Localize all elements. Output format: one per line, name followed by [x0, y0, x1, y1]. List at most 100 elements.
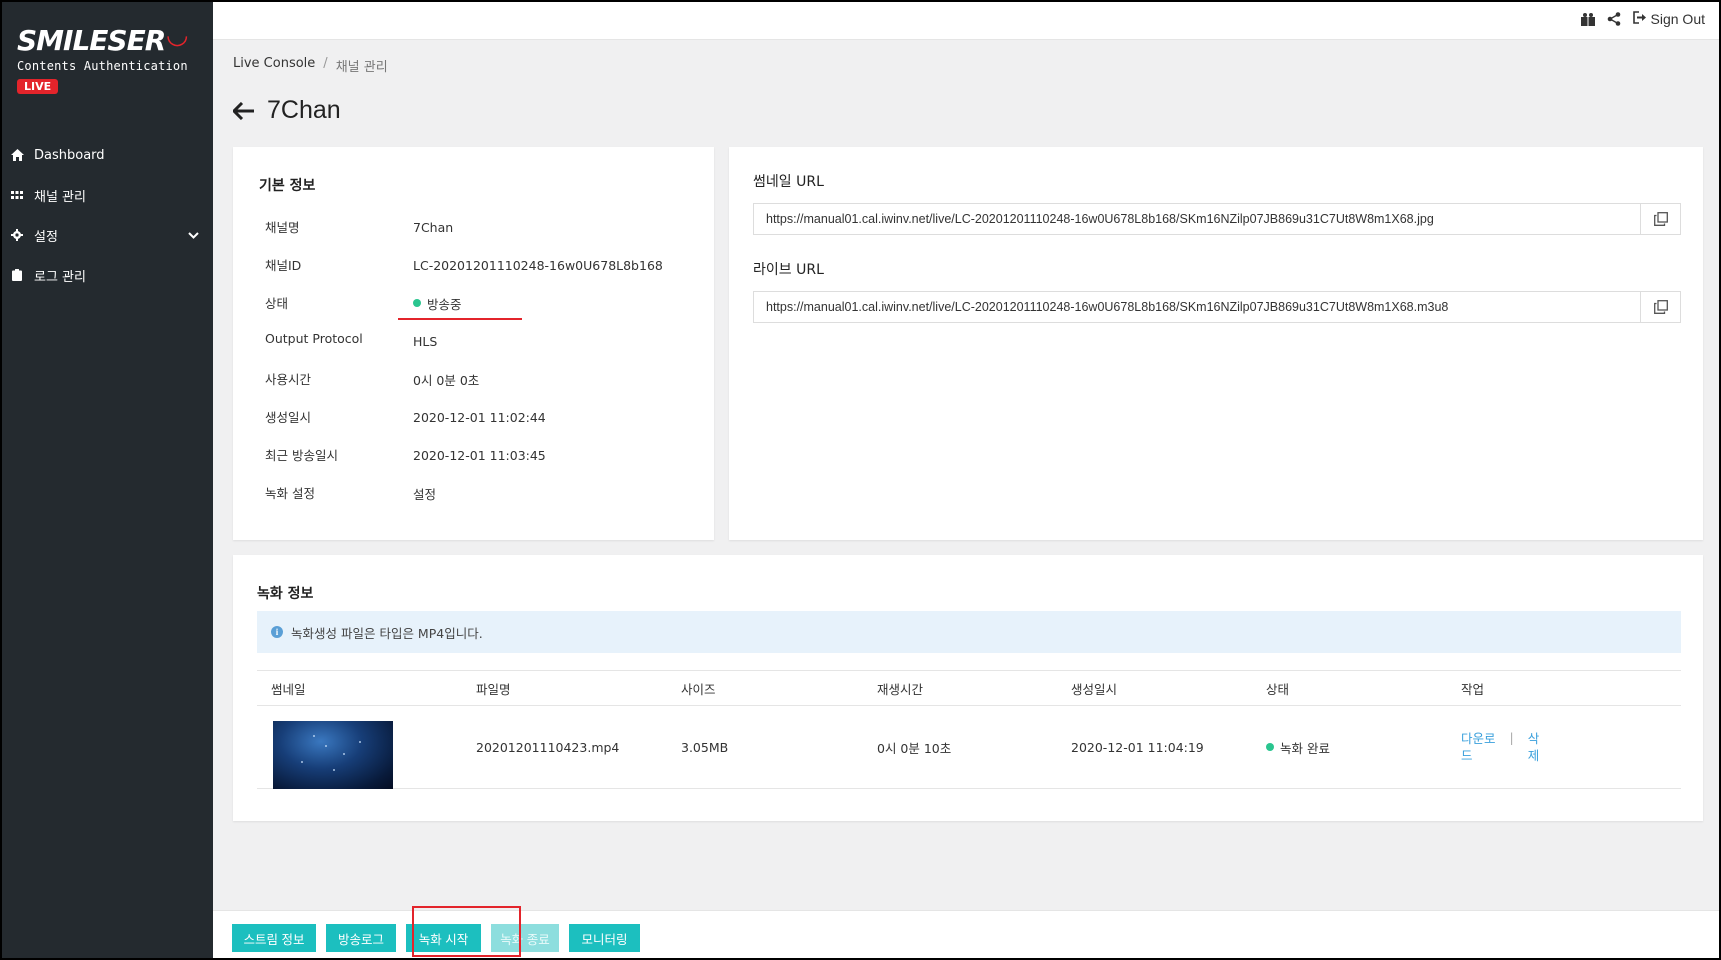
clipboard-icon	[10, 268, 24, 282]
chevron-down-icon[interactable]	[188, 228, 199, 243]
page-title: 7Chan	[267, 96, 341, 124]
info-row-recording-setting: 녹화 설정 설정	[265, 483, 436, 503]
info-label: 생성일시	[265, 410, 312, 425]
download-link[interactable]: 다운로 드	[1461, 730, 1496, 764]
recording-notice: i 녹화생성 파일은 타입은 MP4입니다.	[257, 611, 1681, 653]
url-card: 썸네일 URL https://manual01.cal.iwinv.net/l…	[729, 147, 1703, 540]
delete-label-line2: 제	[1527, 748, 1540, 763]
info-icon: i	[271, 626, 283, 638]
status-text: 방송중	[427, 296, 462, 312]
copy-live-url-button[interactable]	[1640, 292, 1680, 322]
col-header-thumbnail: 썸네일	[271, 681, 306, 697]
basic-info-card: 기본 정보 채널명 7Chan 채널ID LC-20201201110248-1…	[233, 147, 714, 540]
delete-link[interactable]: 삭 제	[1528, 730, 1540, 764]
recording-thumbnail[interactable]	[273, 721, 393, 789]
sign-out-icon	[1632, 11, 1647, 27]
action-separator: |	[1509, 730, 1514, 745]
logo-subtitle: Contents Authentication	[17, 59, 188, 73]
info-row-last-broadcast: 최근 방송일시 2020-12-01 11:03:45	[265, 445, 546, 465]
copy-thumbnail-url-button[interactable]	[1640, 204, 1680, 234]
col-header-duration: 재생시간	[877, 681, 924, 697]
stream-info-button[interactable]: 스트림 정보	[232, 924, 316, 952]
logo[interactable]: SMILESER ◡ Contents Authentication LIVE	[17, 20, 188, 94]
col-header-filename: 파일명	[476, 681, 511, 697]
breadcrumb-separator: /	[323, 56, 328, 71]
book-icon[interactable]	[1580, 12, 1595, 26]
gear-icon	[10, 228, 24, 242]
info-row-usage-time: 사용시간 0시 0분 0초	[265, 369, 479, 389]
info-value: LC-20201201110248-16w0U678L8b168	[413, 257, 663, 273]
logo-wordmark: SMILESER ◡	[17, 20, 188, 57]
sign-out-button[interactable]: Sign Out	[1632, 11, 1705, 27]
page-header: 7Chan	[233, 96, 341, 125]
sidebar-item-channels[interactable]: 채널 관리	[2, 175, 213, 215]
copy-icon	[1653, 300, 1668, 314]
cell-size: 3.05MB	[681, 739, 729, 755]
live-badge: LIVE	[17, 79, 59, 94]
thumbnail-url-text[interactable]: https://manual01.cal.iwinv.net/live/LC-2…	[754, 212, 1640, 226]
broadcast-log-button[interactable]: 방송로그	[326, 924, 396, 952]
col-header-size: 사이즈	[681, 681, 716, 697]
app-frame: SMILESER ◡ Contents Authentication LIVE …	[2, 2, 1719, 958]
home-icon	[10, 148, 24, 162]
info-label: 사용시간	[265, 372, 312, 387]
notice-text: 녹화생성 파일은 타입은 MP4입니다.	[291, 625, 483, 641]
cell-status: 녹화 완료	[1266, 738, 1330, 757]
sidebar-item-settings[interactable]: 설정	[2, 215, 213, 255]
monitoring-button[interactable]: 모니터링	[569, 924, 640, 952]
info-row-status: 상태 방송중	[265, 293, 462, 313]
status-value: 방송중	[413, 293, 462, 313]
cell-created: 2020-12-01 11:04:19	[1071, 739, 1204, 755]
status-underline-annotation	[398, 318, 522, 320]
info-value: 2020-12-01 11:03:45	[413, 447, 546, 463]
logo-text: SMILESER	[17, 24, 166, 57]
breadcrumb-current[interactable]: 채널 관리	[336, 56, 388, 75]
download-label-line2: 드	[1461, 748, 1473, 763]
sidebar-item-logs[interactable]: 로그 관리	[2, 255, 213, 295]
recording-info-card: 녹화 정보 i 녹화생성 파일은 타입은 MP4입니다. 썸네일 파일명 사이즈…	[233, 555, 1703, 821]
col-header-created: 생성일시	[1071, 681, 1118, 697]
top-actions: Sign Out	[1580, 11, 1705, 27]
topbar: Sign Out	[213, 2, 1719, 40]
info-label: 채널ID	[265, 258, 302, 273]
thumbnail-url-label: 썸네일 URL	[753, 174, 824, 190]
info-row-output-protocol: Output Protocol HLS	[265, 331, 437, 351]
live-url-field: https://manual01.cal.iwinv.net/live/LC-2…	[753, 291, 1681, 323]
sidebar-nav: Dashboard 채널 관리 설정 로그 관리	[2, 135, 213, 295]
sidebar-item-dashboard[interactable]: Dashboard	[2, 135, 213, 175]
info-label: Output Protocol	[265, 331, 363, 346]
cell-duration: 0시 0분 10초	[877, 740, 952, 756]
recording-table-header: 썸네일 파일명 사이즈 재생시간 생성일시 상태 작업	[257, 670, 1681, 706]
col-header-status: 상태	[1266, 681, 1290, 697]
info-value: HLS	[413, 333, 438, 349]
status-dot-icon	[413, 299, 421, 307]
info-value: 2020-12-01 11:02:44	[413, 409, 546, 425]
info-label: 녹화 설정	[265, 486, 315, 501]
thumbnail-url-field: https://manual01.cal.iwinv.net/live/LC-2…	[753, 203, 1681, 235]
copy-icon	[1653, 212, 1668, 226]
info-row-channel-name: 채널명 7Chan	[265, 217, 453, 237]
breadcrumb-root[interactable]: Live Console	[233, 56, 315, 75]
info-row-channel-id: 채널ID LC-20201201110248-16w0U678L8b168	[265, 255, 663, 275]
cell-filename: 20201201110423.mp4	[476, 739, 620, 755]
sidebar-item-label: 설정	[34, 229, 58, 245]
status-dot-icon	[1266, 743, 1274, 751]
back-arrow-icon[interactable]	[233, 101, 255, 120]
sidebar-item-label: 채널 관리	[34, 189, 86, 205]
share-icon[interactable]	[1607, 12, 1621, 26]
cell-actions: 다운로 드 | 삭 제	[1461, 730, 1539, 764]
download-label-line1: 다운로	[1461, 731, 1496, 746]
col-header-actions: 작업	[1461, 681, 1485, 697]
info-label: 상태	[265, 296, 289, 311]
live-url-label: 라이브 URL	[753, 262, 824, 278]
info-label: 최근 방송일시	[265, 448, 338, 463]
breadcrumb: Live Console / 채널 관리	[233, 56, 388, 75]
smile-icon: ◡	[167, 20, 187, 50]
sidebar: SMILESER ◡ Contents Authentication LIVE …	[2, 2, 213, 958]
info-row-created: 생성일시 2020-12-01 11:02:44	[265, 407, 546, 427]
live-url-text[interactable]: https://manual01.cal.iwinv.net/live/LC-2…	[754, 300, 1640, 314]
info-value: 7Chan	[413, 219, 454, 235]
grid-icon	[10, 188, 24, 202]
info-value: 설정	[413, 486, 437, 502]
sidebar-item-label: 로그 관리	[34, 269, 86, 285]
